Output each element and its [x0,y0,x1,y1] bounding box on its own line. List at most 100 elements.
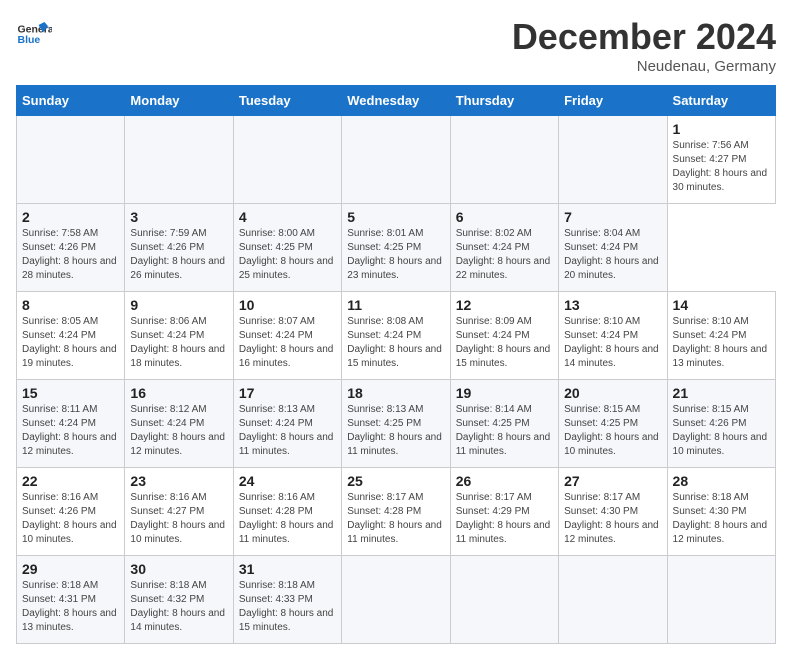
day-info: Sunrise: 8:18 AMSunset: 4:33 PMDaylight:… [239,579,336,635]
day-number: 8 [22,297,119,313]
calendar-cell [125,116,233,204]
day-number: 25 [347,473,444,489]
day-info: Sunrise: 8:17 AMSunset: 4:30 PMDaylight:… [564,491,661,547]
weekday-header: Tuesday [233,86,341,116]
day-info: Sunrise: 8:15 AMSunset: 4:25 PMDaylight:… [564,403,661,459]
day-info: Sunrise: 8:17 AMSunset: 4:28 PMDaylight:… [347,491,444,547]
calendar-cell [450,116,558,204]
day-number: 1 [673,121,770,137]
calendar-cell: 30Sunrise: 8:18 AMSunset: 4:32 PMDayligh… [125,556,233,644]
day-info: Sunrise: 8:05 AMSunset: 4:24 PMDaylight:… [22,315,119,371]
calendar-cell: 18 Sunrise: 8:13 AMSunset: 4:25 PMDayligh… [342,380,450,468]
day-info: Sunrise: 8:06 AMSunset: 4:24 PMDaylight:… [130,315,227,371]
calendar-cell: 3 Sunrise: 7:59 AMSunset: 4:26 PMDaylight… [125,204,233,292]
day-number: 27 [564,473,661,489]
day-info: Sunrise: 8:04 AMSunset: 4:24 PMDaylight:… [564,227,661,283]
day-number: 7 [564,209,661,225]
calendar-cell: 23 Sunrise: 8:16 AMSunset: 4:27 PMDayligh… [125,468,233,556]
day-info: Sunrise: 8:16 AMSunset: 4:26 PMDaylight:… [22,491,119,547]
calendar-cell: 31 Sunrise: 8:18 AMSunset: 4:33 PMDayligh… [233,556,341,644]
day-number: 19 [456,385,553,401]
day-number: 28 [673,473,770,489]
calendar-week-row: 29 Sunrise: 8:18 AMSunset: 4:31 PMDayligh… [17,556,776,644]
calendar-week-row: 1 Sunrise: 7:56 AMSunset: 4:27 PMDaylight… [17,116,776,204]
day-info: Sunrise: 8:01 AMSunset: 4:25 PMDaylight:… [347,227,444,283]
calendar-week-row: 2Sunrise: 7:58 AMSunset: 4:26 PMDaylight… [17,204,776,292]
weekday-header: Monday [125,86,233,116]
day-number: 23 [130,473,227,489]
weekday-header: Saturday [667,86,775,116]
day-number: 22 [22,473,119,489]
calendar-cell: 15 Sunrise: 8:11 AMSunset: 4:24 PMDayligh… [17,380,125,468]
day-number: 15 [22,385,119,401]
day-number: 16 [130,385,227,401]
logo-icon: General Blue [16,16,52,52]
day-number: 3 [130,209,227,225]
day-number: 6 [456,209,553,225]
calendar-cell: 25 Sunrise: 8:17 AMSunset: 4:28 PMDayligh… [342,468,450,556]
day-info: Sunrise: 8:08 AMSunset: 4:24 PMDaylight:… [347,315,444,371]
day-info: Sunrise: 8:11 AMSunset: 4:24 PMDaylight:… [22,403,119,459]
day-info: Sunrise: 7:56 AMSunset: 4:27 PMDaylight:… [673,139,770,195]
calendar-week-row: 8 Sunrise: 8:05 AMSunset: 4:24 PMDaylight… [17,292,776,380]
day-number: 17 [239,385,336,401]
day-number: 31 [239,561,336,577]
calendar-cell: 19 Sunrise: 8:14 AMSunset: 4:25 PMDayligh… [450,380,558,468]
weekday-header: Friday [559,86,667,116]
weekday-header: Wednesday [342,86,450,116]
day-number: 14 [673,297,770,313]
calendar-cell: 10Sunrise: 8:07 AMSunset: 4:24 PMDayligh… [233,292,341,380]
calendar-cell: 1 Sunrise: 7:56 AMSunset: 4:27 PMDaylight… [667,116,775,204]
day-info: Sunrise: 7:59 AMSunset: 4:26 PMDaylight:… [130,227,227,283]
day-info: Sunrise: 8:10 AMSunset: 4:24 PMDaylight:… [564,315,661,371]
day-info: Sunrise: 8:14 AMSunset: 4:25 PMDaylight:… [456,403,553,459]
calendar-cell: 8 Sunrise: 8:05 AMSunset: 4:24 PMDaylight… [17,292,125,380]
weekday-header: Sunday [17,86,125,116]
calendar-cell: 4 Sunrise: 8:00 AMSunset: 4:25 PMDaylight… [233,204,341,292]
day-number: 21 [673,385,770,401]
calendar-cell: 11 Sunrise: 8:08 AMSunset: 4:24 PMDayligh… [342,292,450,380]
day-info: Sunrise: 8:13 AMSunset: 4:24 PMDaylight:… [239,403,336,459]
day-number: 4 [239,209,336,225]
svg-text:Blue: Blue [18,34,41,46]
calendar-cell [342,116,450,204]
day-info: Sunrise: 8:18 AMSunset: 4:31 PMDaylight:… [22,579,119,635]
calendar-cell [342,556,450,644]
location: Neudenau, Germany [512,58,776,75]
day-number: 13 [564,297,661,313]
weekday-header: Thursday [450,86,558,116]
day-number: 5 [347,209,444,225]
calendar-cell: 24Sunrise: 8:16 AMSunset: 4:28 PMDayligh… [233,468,341,556]
day-info: Sunrise: 8:02 AMSunset: 4:24 PMDaylight:… [456,227,553,283]
day-number: 30 [130,561,227,577]
day-info: Sunrise: 8:15 AMSunset: 4:26 PMDaylight:… [673,403,770,459]
day-number: 26 [456,473,553,489]
day-number: 2 [22,209,119,225]
day-info: Sunrise: 8:16 AMSunset: 4:27 PMDaylight:… [130,491,227,547]
day-info: Sunrise: 8:13 AMSunset: 4:25 PMDaylight:… [347,403,444,459]
day-info: Sunrise: 8:18 AMSunset: 4:30 PMDaylight:… [673,491,770,547]
day-info: Sunrise: 8:00 AMSunset: 4:25 PMDaylight:… [239,227,336,283]
title-block: December 2024 Neudenau, Germany [512,16,776,75]
day-info: Sunrise: 8:09 AMSunset: 4:24 PMDaylight:… [456,315,553,371]
calendar-cell: 17 Sunrise: 8:13 AMSunset: 4:24 PMDayligh… [233,380,341,468]
day-number: 9 [130,297,227,313]
calendar-cell: 29 Sunrise: 8:18 AMSunset: 4:31 PMDayligh… [17,556,125,644]
day-number: 29 [22,561,119,577]
logo: General Blue [16,16,52,52]
calendar-week-row: 22 Sunrise: 8:16 AMSunset: 4:26 PMDayligh… [17,468,776,556]
calendar-cell: 6 Sunrise: 8:02 AMSunset: 4:24 PMDaylight… [450,204,558,292]
day-info: Sunrise: 8:07 AMSunset: 4:24 PMDaylight:… [239,315,336,371]
calendar-cell: 14Sunrise: 8:10 AMSunset: 4:24 PMDayligh… [667,292,775,380]
calendar-table: SundayMondayTuesdayWednesdayThursdayFrid… [16,85,776,644]
calendar-cell: 5 Sunrise: 8:01 AMSunset: 4:25 PMDaylight… [342,204,450,292]
day-number: 11 [347,297,444,313]
day-number: 24 [239,473,336,489]
month-title: December 2024 [512,16,776,58]
calendar-cell: 7 Sunrise: 8:04 AMSunset: 4:24 PMDaylight… [559,204,667,292]
calendar-cell [17,116,125,204]
calendar-cell: 26Sunrise: 8:17 AMSunset: 4:29 PMDayligh… [450,468,558,556]
calendar-week-row: 15 Sunrise: 8:11 AMSunset: 4:24 PMDayligh… [17,380,776,468]
day-number: 18 [347,385,444,401]
weekday-header-row: SundayMondayTuesdayWednesdayThursdayFrid… [17,86,776,116]
